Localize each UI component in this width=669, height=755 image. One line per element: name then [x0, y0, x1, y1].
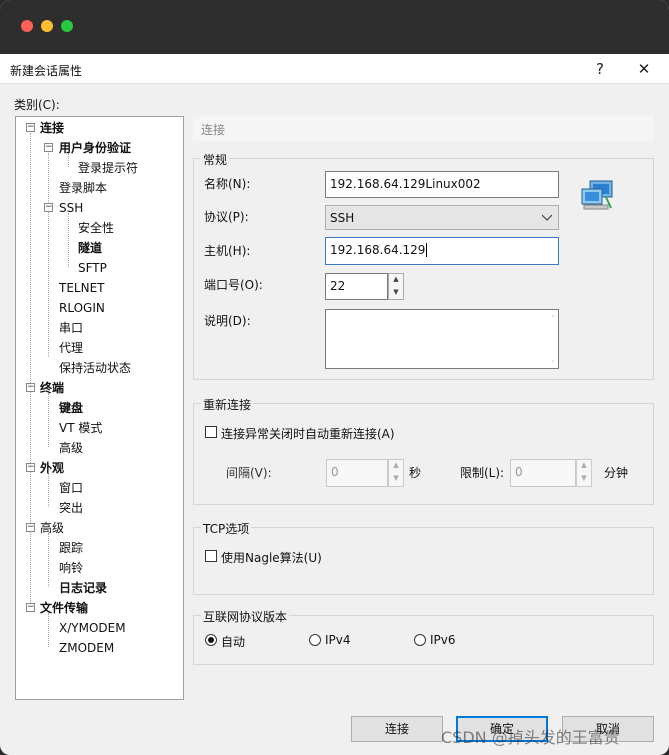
- expand-toggle[interactable]: −: [26, 463, 35, 472]
- expand-toggle[interactable]: −: [26, 383, 35, 392]
- auto-reconnect-checkbox[interactable]: [205, 426, 217, 438]
- tree-line: [30, 133, 31, 609]
- interval-input[interactable]: 0: [326, 459, 388, 487]
- tree-item-zmodem[interactable]: ZMODEM: [59, 640, 114, 656]
- tree-item-file-transfer[interactable]: 文件传输: [40, 600, 88, 616]
- reconnect-group: [193, 403, 654, 505]
- general-group-title: 常规: [201, 151, 230, 168]
- dialog-title-bar: 新建会话属性 ? ✕: [0, 54, 669, 84]
- tree-item-telnet[interactable]: TELNET: [59, 280, 105, 296]
- expand-toggle[interactable]: −: [26, 603, 35, 612]
- expand-toggle[interactable]: −: [26, 523, 35, 532]
- chevron-down-icon: [542, 214, 552, 221]
- tree-line: [48, 473, 49, 507]
- scroll-up-icon[interactable]: ⌃: [550, 314, 556, 322]
- protocol-label: 协议(P):: [204, 210, 249, 224]
- interval-spinner[interactable]: ▲ ▼: [388, 459, 404, 487]
- tree-line: [48, 533, 49, 587]
- expand-toggle[interactable]: −: [26, 123, 35, 132]
- tree-item-window[interactable]: 窗口: [59, 480, 83, 496]
- tree-item-login-script[interactable]: 登录脚本: [59, 180, 107, 196]
- minutes-label: 分钟: [604, 466, 629, 480]
- ip-version-group-title: 互联网协议版本: [201, 608, 290, 625]
- tree-item-connection[interactable]: 连接: [40, 120, 64, 136]
- tree-item-keyboard[interactable]: 键盘: [59, 400, 83, 416]
- tree-item-appearance[interactable]: 外观: [40, 460, 64, 476]
- tree-item-xymodem[interactable]: X/YMODEM: [59, 620, 126, 636]
- close-button[interactable]: ✕: [632, 58, 656, 80]
- minimize-traffic-light[interactable]: [41, 20, 53, 32]
- description-textarea[interactable]: ⌃ ⌄: [325, 309, 559, 369]
- section-header: 连接: [193, 116, 654, 141]
- tree-item-advanced[interactable]: 高级: [59, 440, 83, 456]
- network-computers-icon: [581, 180, 613, 210]
- tree-item-tunnel[interactable]: 隧道: [78, 240, 102, 256]
- dialog-title: 新建会话属性: [10, 64, 83, 78]
- mac-title-bar: [0, 0, 669, 54]
- tree-item-proxy[interactable]: 代理: [59, 340, 83, 356]
- tree-item-highlight[interactable]: 突出: [59, 500, 83, 516]
- zoom-traffic-light[interactable]: [61, 20, 73, 32]
- tree-item-bell[interactable]: 响铃: [59, 560, 83, 576]
- tree-item-sftp[interactable]: SFTP: [78, 260, 107, 276]
- tcp-group-title: TCP选项: [201, 520, 252, 537]
- host-value: 192.168.64.129: [330, 243, 426, 257]
- tree-item-serial[interactable]: 串口: [59, 320, 83, 336]
- tree-item-vt-mode[interactable]: VT 模式: [59, 420, 102, 436]
- connect-button[interactable]: 连接: [351, 716, 443, 742]
- help-button[interactable]: ?: [588, 58, 612, 80]
- nagle-checkbox[interactable]: [205, 550, 217, 562]
- tree-line: [48, 153, 49, 357]
- ip-auto-radio[interactable]: [205, 634, 217, 646]
- tree-item-user-auth[interactable]: 用户身份验证: [59, 140, 131, 156]
- tree-item-rlogin[interactable]: RLOGIN: [59, 300, 105, 316]
- tree-item-ssh[interactable]: SSH: [59, 200, 83, 216]
- interval-label: 间隔(V):: [226, 466, 272, 480]
- host-label: 主机(H):: [204, 244, 251, 258]
- protocol-value: SSH: [330, 211, 355, 225]
- tree-line: [48, 613, 49, 647]
- ipv4-radio[interactable]: [309, 634, 321, 646]
- watermark: CSDN @掉头发的王富贵: [441, 728, 620, 747]
- limit-spinner[interactable]: ▲ ▼: [576, 459, 592, 487]
- ipv4-label: IPv4: [325, 633, 351, 647]
- port-label: 端口号(O):: [204, 278, 263, 292]
- nagle-label: 使用Nagle算法(U): [221, 551, 322, 565]
- text-cursor: [426, 243, 428, 257]
- scroll-down-icon[interactable]: ⌄: [550, 356, 556, 364]
- name-input[interactable]: 192.168.64.129Linux002: [325, 171, 559, 198]
- tree-item-advanced2[interactable]: 高级: [40, 520, 64, 536]
- host-input[interactable]: 192.168.64.129: [325, 237, 559, 265]
- description-label: 说明(D):: [204, 314, 251, 328]
- limit-label: 限制(L):: [460, 466, 505, 480]
- limit-input[interactable]: 0: [510, 459, 576, 487]
- auto-reconnect-label: 连接异常关闭时自动重新连接(A): [221, 427, 395, 441]
- tree-item-keepalive[interactable]: 保持活动状态: [59, 360, 131, 376]
- ip-auto-label: 自动: [221, 635, 246, 649]
- tree-item-terminal[interactable]: 终端: [40, 380, 64, 396]
- dialog-window: 新建会话属性 ? ✕ 类别(C): − 连接 − 用户身份验证 登录提示符 登录…: [0, 0, 669, 755]
- category-label: 类别(C):: [14, 98, 60, 112]
- name-label: 名称(N):: [204, 177, 251, 191]
- expand-toggle[interactable]: −: [44, 203, 53, 212]
- close-traffic-light[interactable]: [21, 20, 33, 32]
- port-input[interactable]: 22: [325, 273, 388, 300]
- tree-item-trace[interactable]: 跟踪: [59, 540, 83, 556]
- tree-item-security[interactable]: 安全性: [78, 220, 114, 236]
- ipv6-label: IPv6: [430, 633, 456, 647]
- protocol-select[interactable]: SSH: [325, 205, 559, 230]
- port-spinner[interactable]: ▲ ▼: [388, 273, 404, 300]
- tree-item-login-prompt[interactable]: 登录提示符: [78, 160, 138, 176]
- seconds-label: 秒: [409, 466, 422, 480]
- reconnect-group-title: 重新连接: [201, 396, 254, 413]
- ipv6-radio[interactable]: [414, 634, 426, 646]
- tree-line: [48, 393, 49, 447]
- tree-line: [68, 213, 69, 267]
- expand-toggle[interactable]: −: [44, 143, 53, 152]
- tree-item-logging[interactable]: 日志记录: [59, 580, 107, 596]
- category-tree[interactable]: − 连接 − 用户身份验证 登录提示符 登录脚本 − SSH 安全性 隧道 SF…: [15, 116, 184, 700]
